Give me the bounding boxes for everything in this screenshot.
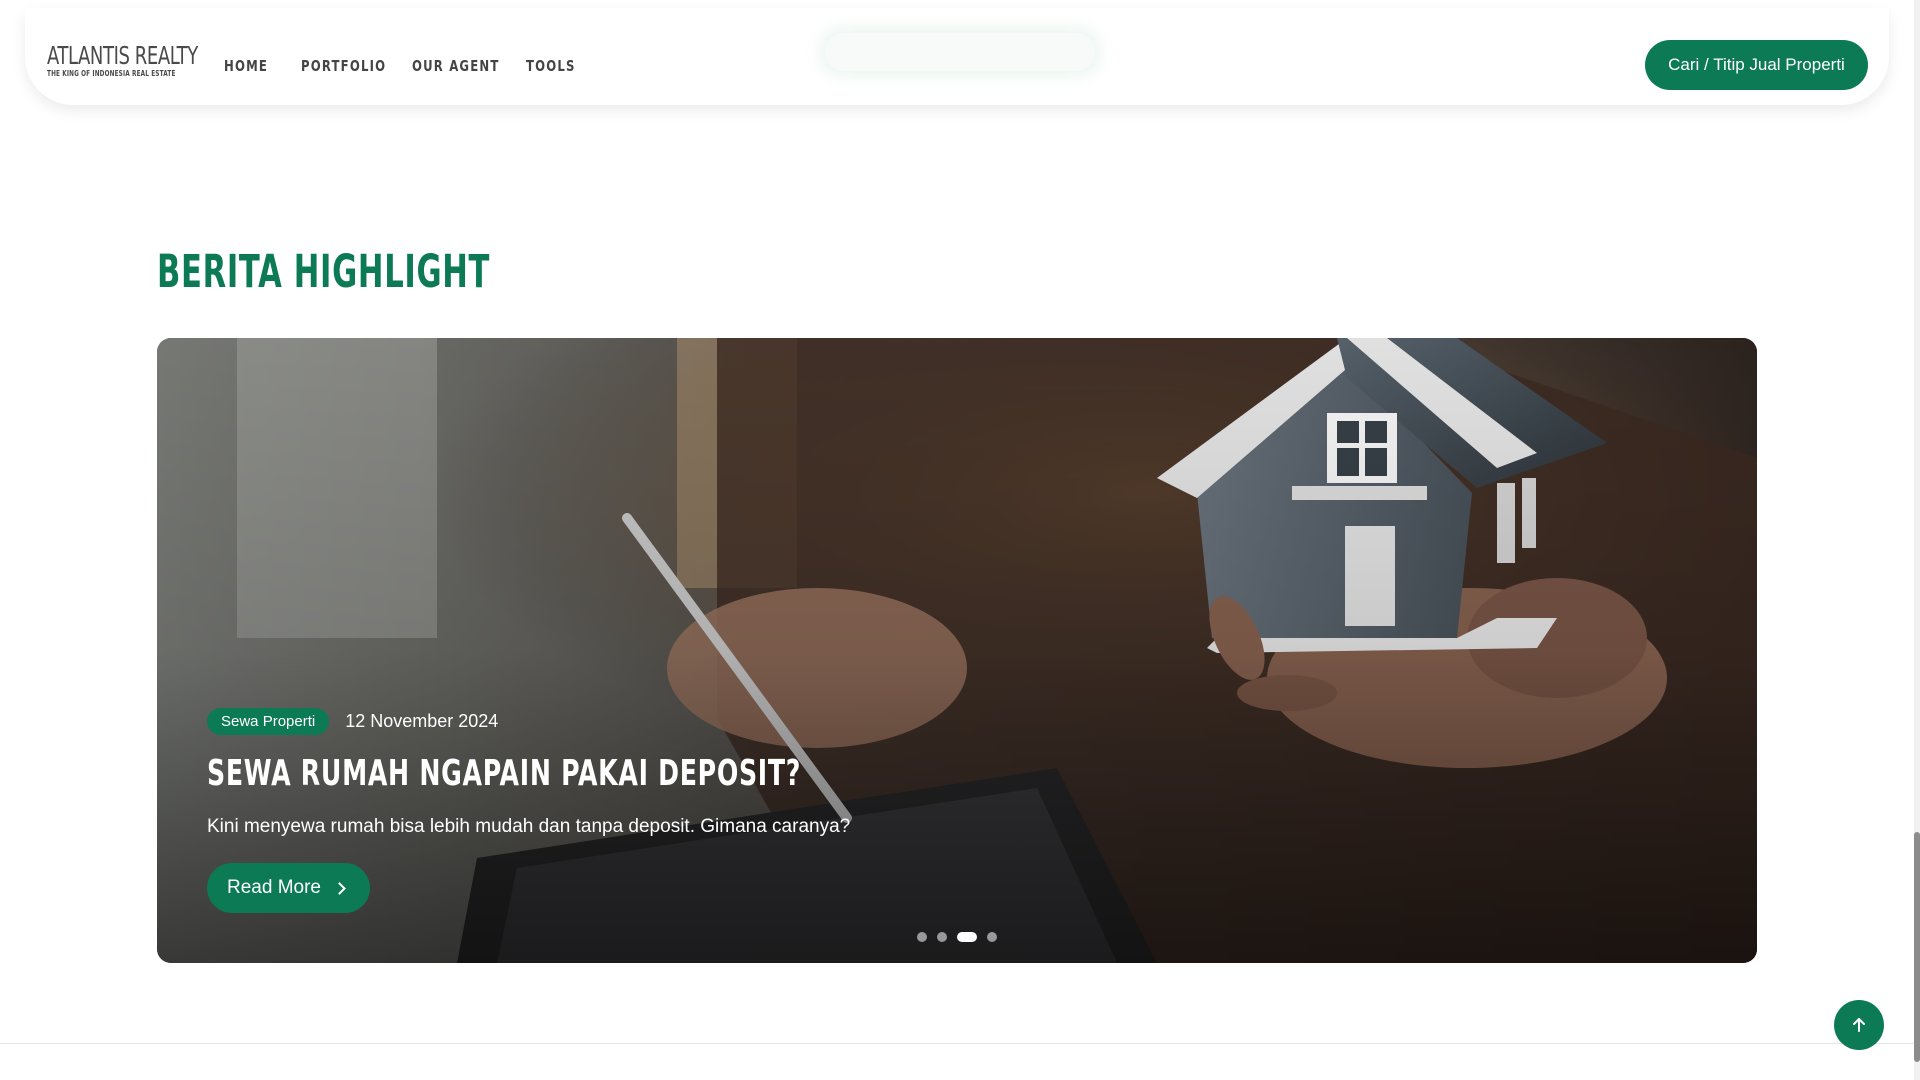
footer-divider bbox=[0, 1043, 1914, 1044]
highlight-overlay bbox=[157, 338, 1757, 963]
cari-titip-jual-button[interactable]: Cari / Titip Jual Properti bbox=[1645, 40, 1868, 90]
post-date: 12 November 2024 bbox=[345, 711, 499, 731]
nav-item-portfolio[interactable]: PORTFOLIO bbox=[301, 57, 386, 75]
highlight-card: Sewa Properti 12 November 2024 SEWA RUMA… bbox=[157, 338, 1757, 963]
back-to-top-button[interactable] bbox=[1834, 1000, 1884, 1050]
read-more-label: Read More bbox=[227, 877, 321, 898]
navbar-glow-decoration bbox=[825, 33, 1095, 71]
carousel-dot-active[interactable] bbox=[957, 932, 977, 942]
arrow-up-icon bbox=[1853, 1018, 1865, 1032]
post-excerpt: Kini menyewa rumah bisa lebih mudah dan … bbox=[207, 816, 851, 837]
carousel-dot[interactable] bbox=[937, 932, 947, 942]
navbar: ATLANTIS REALTY THE KING OF INDONESIA RE… bbox=[25, 8, 1889, 105]
nav-item-our-agent[interactable]: OUR AGENT bbox=[412, 57, 499, 75]
section-title: BERITA HIGHLIGHT bbox=[157, 245, 491, 298]
scrollbar-thumb[interactable] bbox=[1914, 832, 1920, 1062]
carousel-dot[interactable] bbox=[987, 932, 997, 942]
nav-item-home[interactable]: HOME bbox=[224, 57, 268, 75]
nav-item-tools[interactable]: TOOLS bbox=[526, 57, 576, 75]
category-badge[interactable]: Sewa Properti bbox=[207, 708, 330, 735]
brand-name: ATLANTIS REALTY bbox=[47, 41, 198, 70]
carousel-indicators bbox=[917, 932, 997, 942]
chevron-right-icon bbox=[333, 881, 346, 895]
highlight-meta: Sewa Properti 12 November 2024 bbox=[207, 708, 498, 735]
carousel-dot[interactable] bbox=[917, 932, 927, 942]
read-more-button[interactable]: Read More bbox=[207, 863, 370, 913]
brand-logo[interactable]: ATLANTIS REALTY THE KING OF INDONESIA RE… bbox=[47, 41, 198, 78]
post-title[interactable]: SEWA RUMAH NGAPAIN PAKAI DEPOSIT? bbox=[207, 753, 801, 794]
page-scrollbar[interactable] bbox=[1914, 0, 1920, 1080]
brand-tagline: THE KING OF INDONESIA REAL ESTATE bbox=[47, 69, 176, 78]
